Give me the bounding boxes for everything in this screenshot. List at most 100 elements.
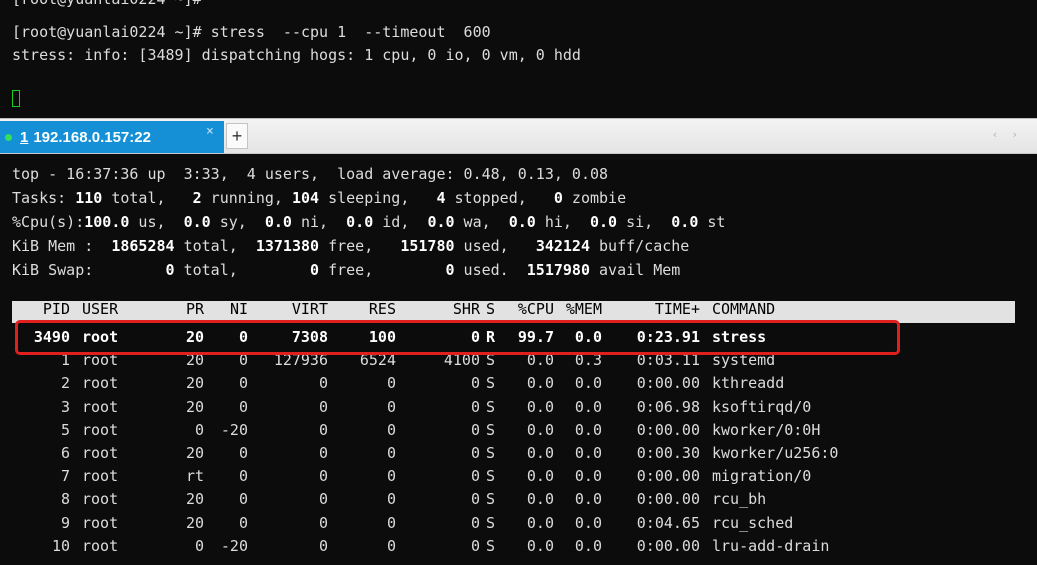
- process-priority: 20: [185, 444, 204, 462]
- process-res: 0: [386, 444, 396, 462]
- process-cpu-percent: 0.0: [526, 374, 554, 392]
- process-time: 0:06.98: [636, 398, 700, 416]
- process-time: 0:04.65: [636, 514, 700, 532]
- process-priority: 20: [185, 514, 204, 532]
- process-row: 10 root 0 -20 0 0 0 S 0.0 0.0 0:00.00 lru-add-drain: [12, 535, 1015, 558]
- column-header: RES: [368, 301, 396, 318]
- column-header: SHR: [452, 301, 480, 318]
- process-command: lru-add-drain: [712, 537, 830, 555]
- process-pid: 5: [60, 421, 70, 439]
- process-row: 8 root 20 0 0 0 0 S 0.0 0.0 0:00.00 rcu_bh: [12, 488, 1015, 511]
- process-shr: 0: [470, 537, 480, 555]
- process-pid: 9: [60, 514, 70, 532]
- cpu-hi: 0.0: [508, 213, 536, 231]
- column-header: PID: [42, 301, 70, 318]
- process-pid: 10: [51, 537, 70, 555]
- process-user: root: [82, 490, 119, 508]
- tasks-zombie: 0: [553, 189, 563, 207]
- process-shr: 0: [470, 467, 480, 485]
- process-res: 0: [386, 467, 396, 485]
- tasks-total-label: total,: [102, 189, 193, 207]
- cpu-us-label: us,: [129, 213, 184, 231]
- swap-total-label: total,: [174, 261, 311, 279]
- column-header: VIRT: [291, 301, 328, 318]
- swap-avail: 1517980: [526, 261, 590, 279]
- process-user: root: [82, 537, 119, 555]
- column-header: %MEM: [565, 301, 602, 318]
- tasks-total: 110: [75, 189, 103, 207]
- process-time: 0:00.30: [636, 444, 700, 462]
- new-tab-button[interactable]: +: [226, 123, 248, 149]
- process-time: 0:00.00: [636, 537, 700, 555]
- process-res: 0: [386, 514, 396, 532]
- cpu-wa-label: wa,: [454, 213, 509, 231]
- cpu-st: 0.0: [671, 213, 699, 231]
- process-res: 0: [386, 421, 396, 439]
- top-output-pane[interactable]: top - 16:37:36 up 3:33, 4 users, load av…: [0, 154, 1037, 565]
- cpu-id-label: id,: [373, 213, 428, 231]
- tab-session-1[interactable]: 1 192.168.0.157:22: [0, 121, 224, 153]
- column-header: COMMAND: [712, 301, 776, 318]
- process-mem-percent: 0.0: [574, 398, 602, 416]
- process-pid: 3: [60, 398, 70, 416]
- column-header: NI: [229, 301, 248, 318]
- process-user: root: [82, 514, 119, 532]
- cpu-us: 100.0: [84, 213, 130, 231]
- process-user: root: [82, 398, 119, 416]
- process-virt: 0: [318, 514, 328, 532]
- tasks-sleeping: 104: [291, 189, 320, 207]
- process-nice: 0: [238, 374, 248, 392]
- process-cpu-percent: 0.0: [526, 444, 554, 462]
- process-shr: 0: [470, 421, 480, 439]
- process-pid: 8: [60, 490, 70, 508]
- mem-total: 1865284: [111, 237, 175, 255]
- tab-index: 1: [20, 128, 29, 146]
- swap-total: 0: [165, 261, 175, 279]
- process-command: rcu_bh: [712, 490, 767, 508]
- process-shr: 0: [470, 490, 480, 508]
- close-icon[interactable]: ×: [206, 124, 214, 139]
- column-header: %CPU: [517, 301, 554, 318]
- process-time: 0:00.00: [636, 467, 700, 485]
- mem-used-label: used,: [454, 237, 536, 255]
- process-nice: 0: [238, 444, 248, 462]
- process-nice: 0: [238, 514, 248, 532]
- process-mem-percent: 0.0: [574, 467, 602, 485]
- swap-free-label: free,: [319, 261, 446, 279]
- swap-free: 0: [310, 261, 320, 279]
- column-header: PR: [185, 301, 204, 318]
- process-res: 0: [386, 537, 396, 555]
- tasks-sleeping-label: sleeping,: [319, 189, 437, 207]
- process-command: kworker/u256:0: [712, 444, 839, 462]
- process-row: 9 root 20 0 0 0 0 S 0.0 0.0 0:04.65 rcu_sched: [12, 512, 1015, 535]
- top-terminal-pane[interactable]: [root@yuanlai0224 ~]# [root@yuanlai0224 …: [0, 0, 1037, 118]
- terminal-cursor: [12, 90, 20, 107]
- process-virt: 0: [318, 374, 328, 392]
- process-user: root: [82, 421, 119, 439]
- swap-avail-label: avail Mem: [590, 261, 681, 279]
- process-nice: -20: [220, 421, 248, 439]
- process-state: S: [486, 467, 496, 485]
- process-row: 5 root 0 -20 0 0 0 S 0.0 0.0 0:00.00 kworker/0:0H: [12, 419, 1015, 442]
- process-res: 0: [386, 374, 396, 392]
- terminal-line: stress: info: [3489] dispatching hogs: 1…: [12, 46, 581, 64]
- process-cpu-percent: 0.0: [526, 537, 554, 555]
- mem-free-label: free,: [319, 237, 401, 255]
- process-priority: 0: [194, 537, 204, 555]
- tab-scroll-arrows[interactable]: ‹ ›: [993, 128, 1023, 141]
- process-cpu-percent: 0.0: [526, 467, 554, 485]
- process-res: 0: [386, 490, 396, 508]
- process-virt: 0: [318, 490, 328, 508]
- mem-summary: KiB Mem : 1865284 total, 1371380 free, 1…: [12, 234, 689, 258]
- swap-label: KiB Swap:: [12, 261, 166, 279]
- process-mem-percent: 0.0: [574, 537, 602, 555]
- process-shr: 0: [470, 514, 480, 532]
- column-header: TIME+: [654, 301, 700, 318]
- cpu-sy: 0.0: [183, 213, 211, 231]
- process-cpu-percent: 0.0: [526, 421, 554, 439]
- cpu-summary: %Cpu(s):100.0 us, 0.0 sy, 0.0 ni, 0.0 id…: [12, 210, 725, 234]
- cpu-wa: 0.0: [427, 213, 455, 231]
- cpu-hi-label: hi,: [535, 213, 590, 231]
- process-command: kthreadd: [712, 374, 785, 392]
- process-priority: 20: [185, 398, 204, 416]
